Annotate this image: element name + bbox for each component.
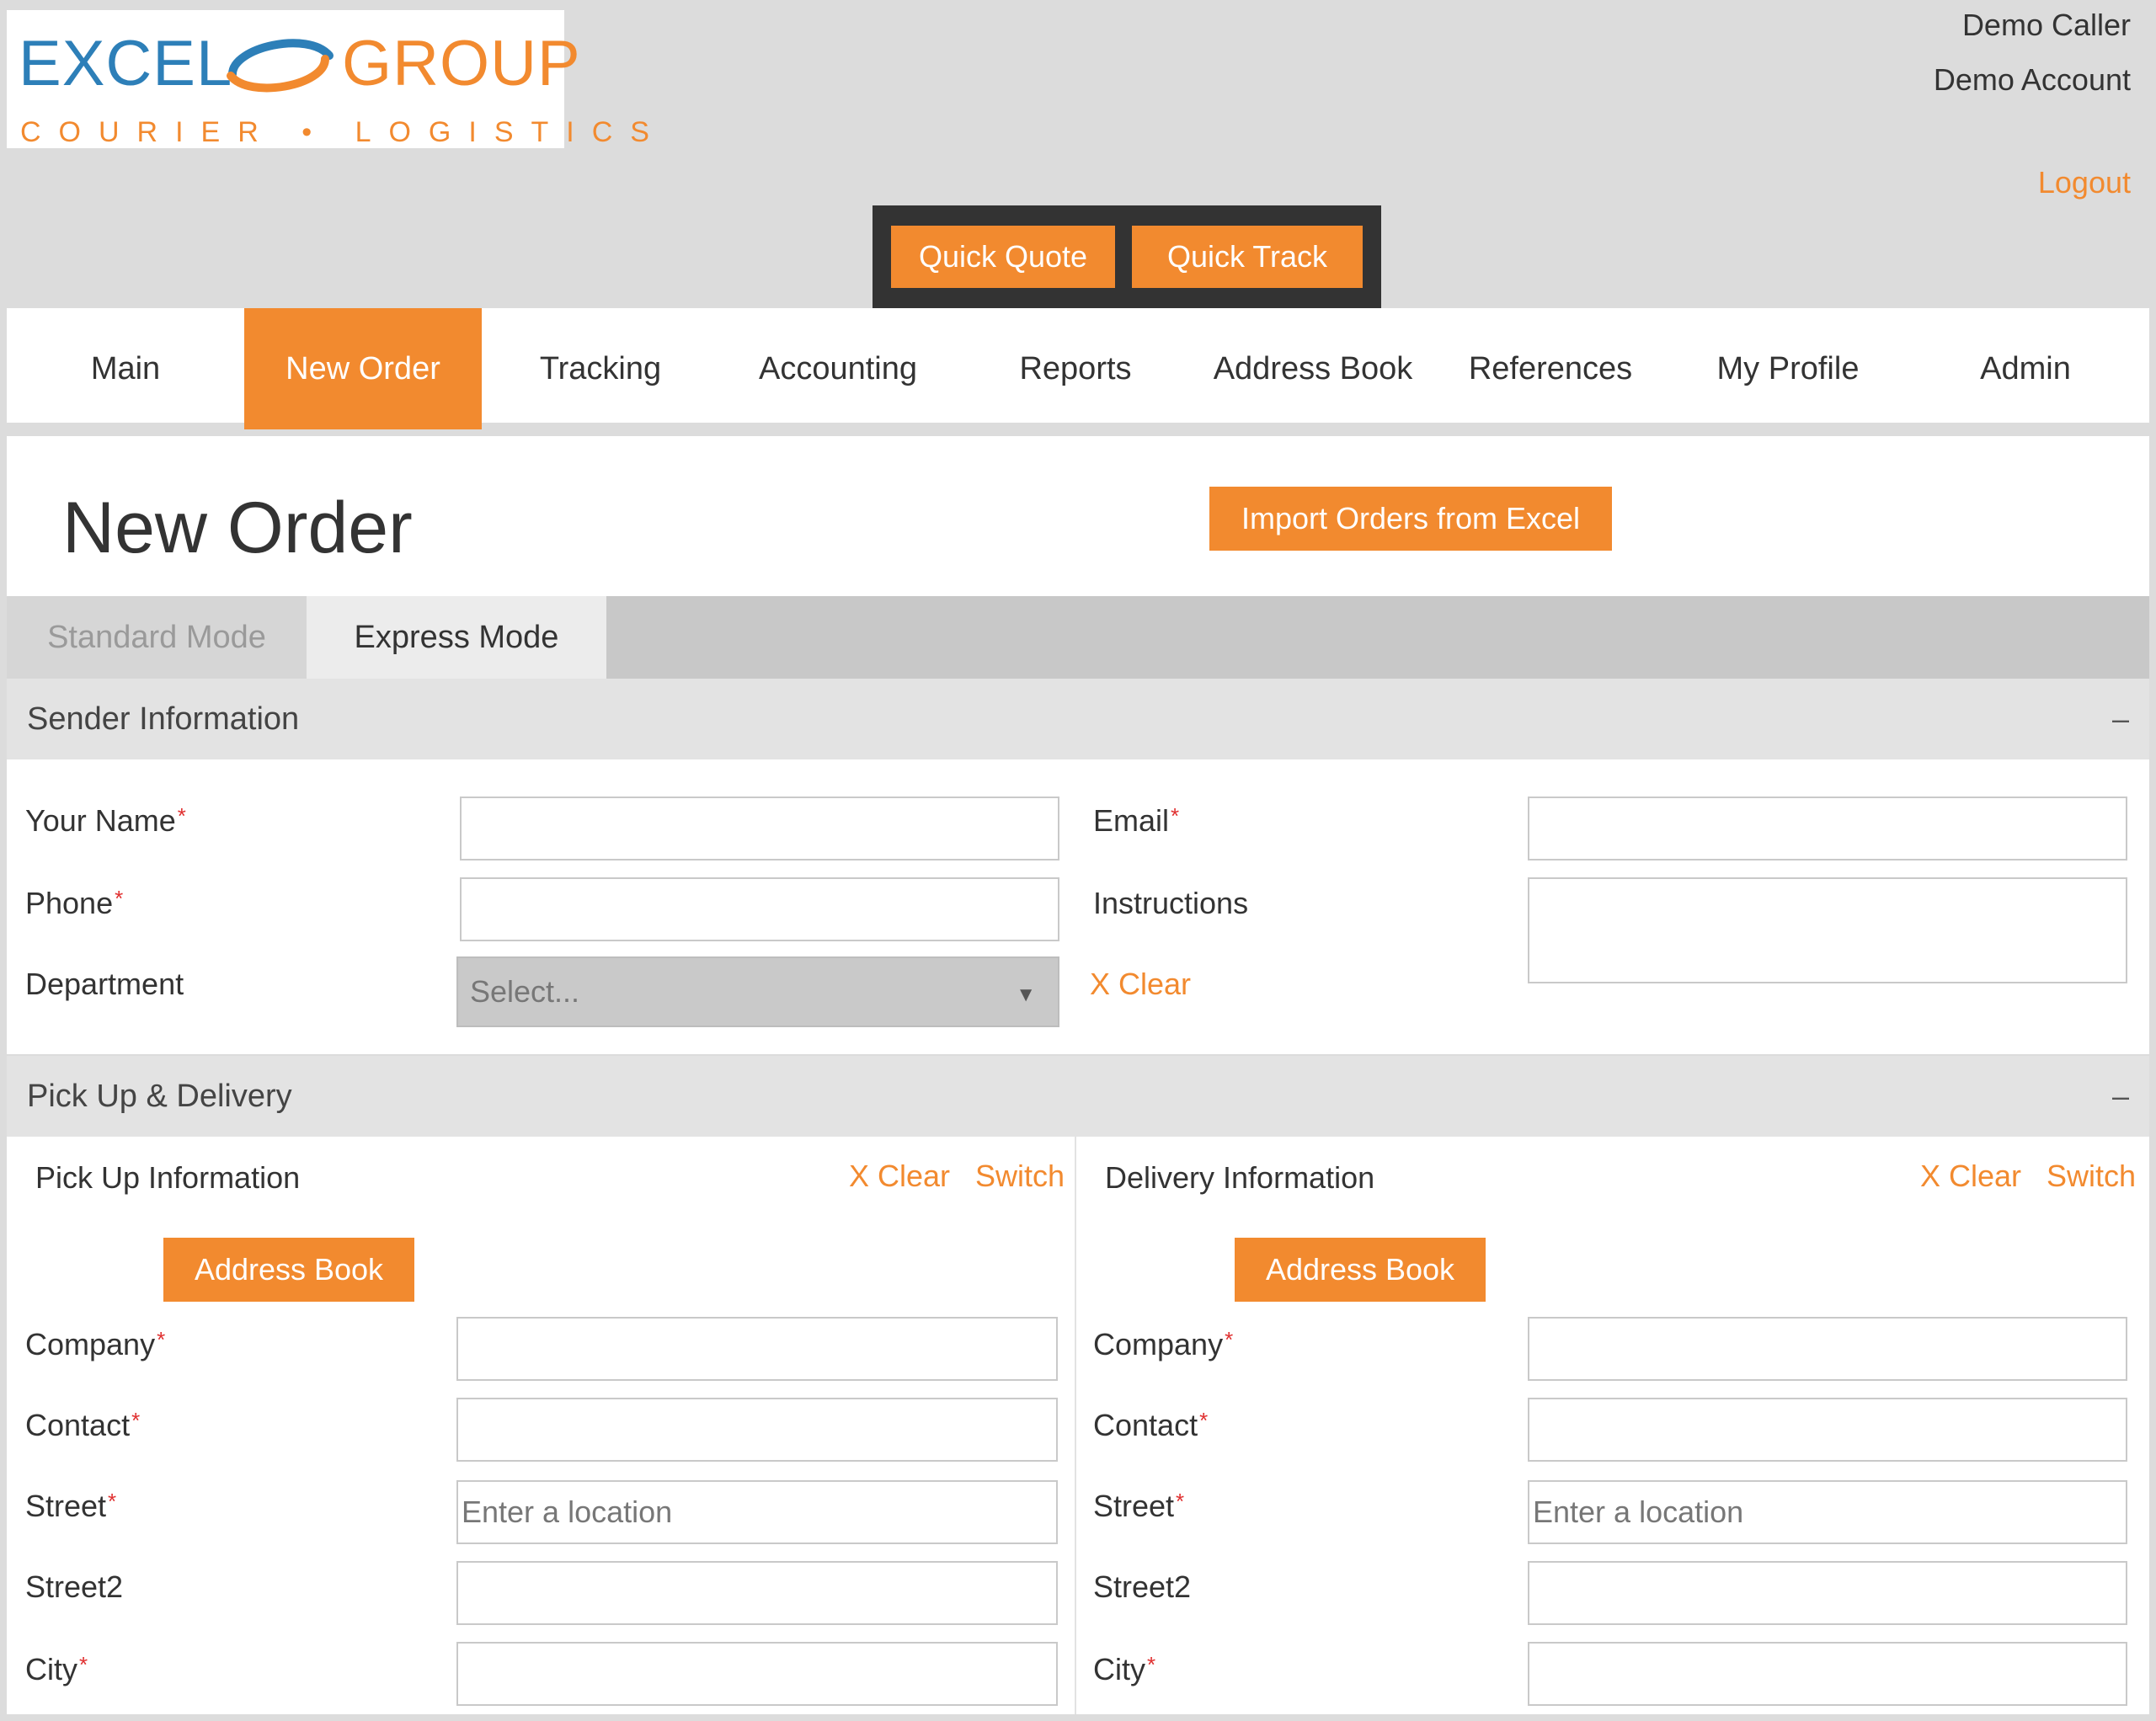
email-input[interactable] xyxy=(1528,797,2127,860)
delivery-street-label: Street* xyxy=(1093,1489,1185,1523)
tab-standard-mode[interactable]: Standard Mode xyxy=(7,596,307,679)
your-name-input[interactable] xyxy=(460,797,1059,860)
delivery-city-label: City* xyxy=(1093,1652,1156,1686)
department-select[interactable]: Select... ▼ xyxy=(456,956,1059,1027)
pickup-street-label: Street* xyxy=(25,1489,117,1523)
instructions-textarea[interactable] xyxy=(1528,877,2127,983)
pickup-delivery-section-header[interactable]: Pick Up & Delivery – xyxy=(7,1056,2149,1137)
import-orders-button[interactable]: Import Orders from Excel xyxy=(1209,487,1612,551)
title-area: New Order Import Orders from Excel xyxy=(7,436,2149,596)
nav-accounting[interactable]: Accounting xyxy=(719,308,957,429)
phone-label: Phone* xyxy=(25,886,124,920)
logo-text-group: GROUP xyxy=(342,28,581,99)
delivery-company-input[interactable] xyxy=(1528,1317,2127,1381)
pickup-delivery-section-title: Pick Up & Delivery xyxy=(27,1078,292,1114)
page: EXCEL GROUP COURIER • LOGISTICS Demo Cal… xyxy=(0,0,2156,1721)
sender-section-body: Your Name* Phone* Department Select... ▼… xyxy=(7,759,2149,1054)
logo-swoosh-icon xyxy=(227,39,334,93)
instructions-label: Instructions xyxy=(1093,886,1249,920)
delivery-street-input[interactable] xyxy=(1528,1480,2127,1544)
delivery-clear-link[interactable]: X Clear xyxy=(1920,1159,2021,1194)
delivery-company-label: Company* xyxy=(1093,1327,1234,1361)
main-nav: Main New Order Tracking Accounting Repor… xyxy=(7,308,2149,429)
pickup-delivery-collapse-icon[interactable]: – xyxy=(2112,1079,2129,1114)
nav-new-order[interactable]: New Order xyxy=(244,308,482,429)
chevron-down-icon: ▼ xyxy=(1016,983,1036,1006)
delivery-street2-input[interactable] xyxy=(1528,1561,2127,1625)
page-title: New Order xyxy=(62,488,413,568)
pickup-info-title: Pick Up Information xyxy=(35,1160,301,1195)
pickup-clear-link[interactable]: X Clear xyxy=(849,1159,950,1194)
mode-tabs: Standard Mode Express Mode xyxy=(7,596,2149,679)
email-label: Email* xyxy=(1093,803,1180,838)
pickup-street-input[interactable] xyxy=(456,1480,1058,1544)
nav-address-book[interactable]: Address Book xyxy=(1194,308,1432,429)
delivery-switch-link[interactable]: Switch xyxy=(2047,1159,2136,1194)
quick-quote-button[interactable]: Quick Quote xyxy=(891,226,1115,288)
quick-actions-bar: Quick Quote Quick Track xyxy=(873,205,1381,308)
delivery-address-book-button[interactable]: Address Book xyxy=(1235,1238,1486,1302)
logo[interactable]: EXCEL GROUP COURIER • LOGISTICS xyxy=(7,10,649,148)
delivery-contact-label: Contact* xyxy=(1093,1408,1209,1442)
nav-my-profile[interactable]: My Profile xyxy=(1669,308,1907,429)
nav-references[interactable]: References xyxy=(1432,308,1669,429)
pickup-street2-input[interactable] xyxy=(456,1561,1058,1625)
pickup-contact-input[interactable] xyxy=(456,1398,1058,1462)
department-select-value: Select... xyxy=(470,974,580,1009)
pickup-delivery-section-body: Pick Up Information X Clear Switch Addre… xyxy=(7,1137,2149,1714)
sender-collapse-icon[interactable]: – xyxy=(2112,701,2129,737)
nav-reports[interactable]: Reports xyxy=(957,308,1194,429)
delivery-info-title: Delivery Information xyxy=(1105,1160,1375,1195)
pickup-switch-link[interactable]: Switch xyxy=(975,1159,1065,1194)
pickup-city-input[interactable] xyxy=(456,1642,1058,1706)
sender-section-header[interactable]: Sender Information – xyxy=(7,679,2149,759)
pickup-company-label: Company* xyxy=(25,1327,166,1361)
quick-track-button[interactable]: Quick Track xyxy=(1132,226,1363,288)
your-name-label: Your Name* xyxy=(25,803,186,838)
delivery-city-input[interactable] xyxy=(1528,1642,2127,1706)
department-label: Department xyxy=(25,967,184,1001)
department-clear-link[interactable]: X Clear xyxy=(1090,967,1191,1002)
pickup-city-label: City* xyxy=(25,1652,88,1686)
logout-link[interactable]: Logout xyxy=(2038,165,2131,200)
logo-text-excel: EXCEL xyxy=(19,28,233,99)
nav-tracking[interactable]: Tracking xyxy=(482,308,719,429)
sender-section-title: Sender Information xyxy=(27,701,300,737)
pickup-contact-label: Contact* xyxy=(25,1408,141,1442)
account-name: Demo Account xyxy=(1933,62,2131,97)
nav-main[interactable]: Main xyxy=(7,308,244,429)
tab-express-mode[interactable]: Express Mode xyxy=(307,596,606,679)
logo-tagline: COURIER • LOGISTICS xyxy=(20,116,667,148)
pickup-street2-label: Street2 xyxy=(25,1569,124,1604)
pickup-address-book-button[interactable]: Address Book xyxy=(163,1238,414,1302)
delivery-street2-label: Street2 xyxy=(1093,1569,1192,1604)
nav-admin[interactable]: Admin xyxy=(1907,308,2144,429)
caller-name: Demo Caller xyxy=(1961,8,2131,42)
user-info: Demo Caller Demo Account xyxy=(1934,10,2131,120)
pickup-company-input[interactable] xyxy=(456,1317,1058,1381)
phone-input[interactable] xyxy=(460,877,1059,941)
column-divider xyxy=(1075,1137,1076,1714)
delivery-contact-input[interactable] xyxy=(1528,1398,2127,1462)
